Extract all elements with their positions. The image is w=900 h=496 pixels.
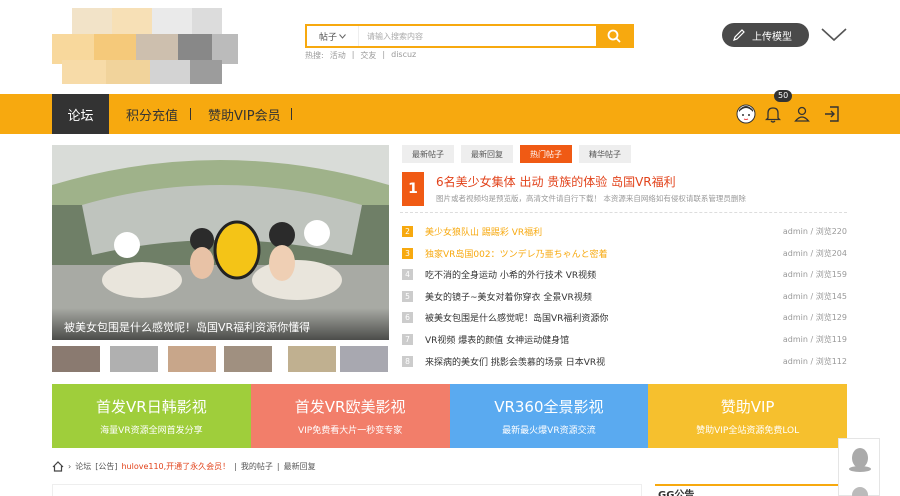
slider-thumbnail[interactable] (110, 346, 158, 372)
featured-slider[interactable]: 被美女包围是什么感觉呢！岛国VR福利资源你懂得 (52, 145, 389, 340)
tab-featured-posts[interactable]: 精华帖子 (579, 145, 631, 163)
tab-latest-replies[interactable]: 最新回复 (461, 145, 513, 163)
chevron-right-icon: › (68, 462, 72, 471)
post-meta: admin / 浏览204 (782, 248, 847, 258)
post-meta: admin / 浏览159 (782, 269, 847, 279)
post-title[interactable]: 吃不消的全身运动 小希的外行技术 VR视频 (425, 268, 596, 281)
post-title[interactable]: 美少女狼队山 踢踢彩 VR福利 (425, 225, 542, 238)
search-category-select[interactable]: 帖子 (307, 26, 359, 46)
hot-search: 热搜: 活动 | 交友 | discuz (305, 50, 417, 61)
post-rank: 5 (402, 290, 413, 302)
breadcrumb-link[interactable]: 我的帖子 (241, 461, 273, 472)
home-icon[interactable] (52, 461, 64, 472)
post-row[interactable]: 8 来探病的美女们 挑影会羡慕的场景 日本VR视 admin / 浏览112 (402, 353, 847, 369)
breadcrumb-home[interactable]: 论坛 (75, 461, 91, 472)
post-title[interactable]: 来探病的美女们 挑影会羡慕的场景 日本VR视 (425, 355, 605, 368)
nav-item-points[interactable]: 积分充值 (126, 94, 178, 134)
category-blocks: 首发VR日韩影视 海量VR资源全网首发分享 首发VR欧美影视 VIP免费看大片一… (52, 384, 847, 448)
category-subtitle: 赞助VIP全站资源免费LOL (696, 426, 800, 436)
post-row[interactable]: 4 吃不消的全身运动 小希的外行技术 VR视频 admin / 浏览159 (402, 266, 847, 282)
logout-icon[interactable] (820, 102, 844, 126)
post-title[interactable]: 独家VR岛国002：ツンデレ乃亜ちゃんと密着 (425, 247, 608, 260)
post-meta: admin / 浏览220 (782, 226, 847, 236)
chevron-down-icon[interactable] (820, 27, 848, 43)
post-rank: 4 (402, 268, 413, 280)
post-row[interactable]: 7 VR视频 爆表的颜值 女神运动健身馆 admin / 浏览119 (402, 331, 847, 347)
post-meta: admin / 浏览129 (782, 312, 847, 322)
post-row[interactable]: 3 独家VR岛国002：ツンデレ乃亜ちゃんと密着 admin / 浏览204 (402, 245, 847, 261)
post-rank: 7 (402, 333, 413, 345)
category-title: 赞助VIP (720, 398, 775, 416)
slide-caption: 被美女包围是什么感觉呢！岛国VR福利资源你懂得 (52, 308, 389, 340)
tab-latest-posts[interactable]: 最新帖子 (402, 145, 454, 163)
post-title[interactable]: 被美女包围是什么感觉呢！岛国VR福利资源你 (425, 311, 608, 324)
search-icon (607, 29, 621, 43)
nav-item-forum[interactable]: 论坛 (52, 94, 109, 134)
breadcrumb-link[interactable]: 最新回复 (284, 461, 316, 472)
hot-search-link[interactable]: discuz (391, 50, 416, 61)
post-title[interactable]: VR视频 爆表的颜值 女神运动健身馆 (425, 333, 569, 346)
post-meta: admin / 浏览112 (782, 356, 847, 366)
category-subtitle: VIP免费看大片一秒变专家 (298, 426, 403, 436)
search-category-label: 帖子 (318, 32, 337, 43)
pencil-icon (733, 29, 745, 41)
category-title: VR360全景影视 (494, 398, 604, 416)
post-rank: 2 (402, 225, 413, 237)
slider-thumbnail[interactable] (288, 346, 336, 372)
user-avatar-icon[interactable] (734, 102, 758, 126)
slider-thumbnail[interactable] (224, 346, 272, 372)
nav-item-vip[interactable]: 赞助VIP会员 (208, 94, 281, 134)
post-title[interactable]: 美女的镜子~美女对着你穿衣 全景VR视频 (425, 290, 592, 303)
site-logo[interactable] (52, 8, 238, 86)
post-row[interactable]: 2 美少女狼队山 踢踢彩 VR福利 admin / 浏览220 (402, 223, 847, 239)
user-icon[interactable] (790, 102, 814, 126)
category-block[interactable]: 首发VR欧美影视 VIP免费看大片一秒变专家 (250, 384, 450, 448)
nav-divider (291, 108, 292, 120)
category-block[interactable]: 赞助VIP 赞助VIP全站资源免费LOL (648, 384, 847, 448)
featured-rank: 1 (402, 172, 424, 206)
notice-label: [公告] (95, 462, 118, 471)
category-title: 首发VR日韩影视 (96, 398, 207, 416)
bell-icon[interactable] (761, 102, 785, 126)
search-input[interactable] (359, 26, 596, 46)
featured-post-title[interactable]: 6名美少女集体 出动 贵族的体验 岛国VR福利 (436, 173, 676, 190)
upload-model-label: 上传模型 (752, 31, 792, 43)
hot-search-link[interactable]: 活动 (330, 50, 346, 61)
category-subtitle: 海量VR资源全网首发分享 (100, 426, 203, 436)
divider (400, 212, 847, 213)
floating-toolbar (838, 438, 880, 496)
chevron-down-icon (339, 33, 346, 39)
post-rank: 6 (402, 311, 413, 323)
notification-badge: 50 (774, 90, 793, 102)
sidebar-notice-title: GG公告 (655, 484, 838, 496)
slider-thumbnail[interactable] (52, 346, 100, 372)
post-meta: admin / 浏览119 (782, 334, 847, 344)
search-box: 帖子 (305, 24, 634, 48)
featured-post-desc: 图片或者视频均是预览版，高清文件请自行下载！ 本资源来自网络如有侵权请联系管理员… (436, 194, 746, 203)
nav-divider (190, 108, 191, 120)
tab-hot-posts[interactable]: 热门帖子 (520, 145, 572, 163)
chat-icon[interactable] (839, 482, 881, 496)
qq-icon[interactable] (839, 439, 881, 479)
category-title: 首发VR欧美影视 (294, 398, 406, 416)
category-subtitle: 最新最火爆VR资源交流 (502, 426, 596, 436)
main-nav: 论坛 积分充值 赞助VIP会员 (0, 94, 900, 134)
content-panel (52, 484, 642, 496)
post-row[interactable]: 6 被美女包围是什么感觉呢！岛国VR福利资源你 admin / 浏览129 (402, 309, 847, 325)
post-rank: 3 (402, 247, 413, 259)
notice-text[interactable]: hulove110,开通了永久会员！ (121, 461, 230, 472)
slider-thumbnail[interactable] (168, 346, 216, 372)
hot-search-label: 热搜: (305, 51, 324, 60)
category-block[interactable]: VR360全景影视 最新最火爆VR资源交流 (449, 384, 649, 448)
search-button[interactable] (596, 26, 632, 46)
slider-thumbnail[interactable] (340, 346, 388, 372)
upload-model-button[interactable]: 上传模型 (722, 23, 809, 47)
post-row[interactable]: 5 美女的镜子~美女对着你穿衣 全景VR视频 admin / 浏览145 (402, 288, 847, 304)
post-meta: admin / 浏览145 (782, 291, 847, 301)
post-rank: 8 (402, 355, 413, 367)
category-block[interactable]: 首发VR日韩影视 海量VR资源全网首发分享 (52, 384, 251, 448)
slider-thumbnails (52, 346, 389, 372)
hot-search-link[interactable]: 交友 (360, 50, 376, 61)
breadcrumb: › 论坛 [公告] hulove110,开通了永久会员！ | 我的帖子 | 最新… (52, 461, 316, 472)
